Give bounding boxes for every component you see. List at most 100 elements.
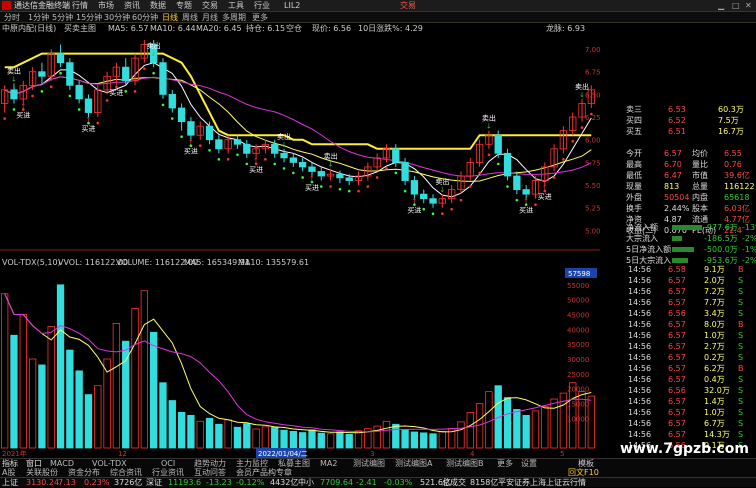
volume-bar[interactable] — [243, 423, 251, 449]
info-tab[interactable]: 关联股份 — [26, 468, 58, 477]
tab-60min[interactable]: 60分钟 — [132, 12, 158, 23]
candle[interactable] — [298, 161, 307, 168]
candle[interactable] — [84, 98, 93, 113]
candle[interactable] — [66, 62, 74, 86]
info-tab[interactable]: 会员产品构专章 — [236, 468, 292, 477]
volume-bar[interactable] — [38, 364, 46, 449]
volume-bar[interactable] — [308, 429, 316, 449]
volume-bar[interactable] — [0, 293, 9, 449]
volume-bar[interactable] — [317, 432, 325, 449]
volume-bar[interactable] — [149, 331, 158, 449]
volume-bar[interactable] — [112, 323, 121, 449]
candle[interactable] — [187, 121, 195, 136]
volume-bar[interactable] — [215, 423, 223, 449]
tab-30min[interactable]: 30分钟 — [104, 12, 130, 23]
tab-5min[interactable]: 5分钟 — [52, 12, 73, 23]
menu-item-tools[interactable]: 工具 — [228, 0, 244, 12]
volume-bar[interactable] — [224, 419, 232, 449]
menu-item-quotes[interactable]: 行情 — [72, 0, 88, 12]
volume-bar[interactable] — [457, 421, 465, 449]
volume-bar[interactable] — [252, 428, 260, 449]
info-tab[interactable]: 综合资讯 — [110, 468, 142, 477]
volume-bar[interactable] — [177, 411, 186, 449]
volume-bar[interactable] — [289, 430, 298, 449]
volume-bar[interactable] — [56, 284, 65, 449]
candle[interactable] — [401, 161, 409, 181]
candle[interactable] — [168, 94, 176, 109]
f10-button[interactable]: 回文F10 — [568, 468, 599, 477]
candle[interactable] — [336, 173, 344, 179]
volume-bar[interactable] — [326, 433, 335, 449]
candle[interactable] — [345, 177, 353, 181]
volume-bar[interactable] — [382, 420, 391, 449]
candle[interactable] — [177, 107, 186, 122]
candle[interactable] — [503, 152, 512, 177]
info-tab[interactable]: 互动问答 — [194, 468, 226, 477]
candle[interactable] — [38, 71, 46, 77]
volume-bar[interactable] — [131, 308, 139, 449]
candle[interactable] — [271, 143, 279, 154]
volume-bar[interactable] — [438, 430, 447, 449]
volume-bar[interactable] — [140, 290, 149, 449]
menu-item-topics[interactable]: 专题 — [176, 0, 192, 12]
volume-bar[interactable] — [410, 431, 419, 449]
volume-bar[interactable] — [280, 429, 288, 449]
candle[interactable] — [233, 139, 242, 145]
volume-bar[interactable] — [522, 414, 530, 449]
candle[interactable] — [420, 193, 428, 200]
volume-bar[interactable] — [550, 398, 558, 449]
volume-bar[interactable] — [261, 426, 270, 449]
trade-button[interactable]: 交易 — [400, 0, 416, 12]
candle[interactable] — [243, 143, 251, 154]
volume-bar[interactable] — [196, 420, 204, 449]
tab-daily[interactable]: 日线 — [162, 12, 178, 23]
volume-bar[interactable] — [19, 314, 27, 449]
volume-bar[interactable] — [513, 409, 521, 449]
candle[interactable] — [205, 125, 214, 141]
volume-bar[interactable] — [392, 423, 400, 449]
volume-bar[interactable] — [541, 406, 549, 449]
menu-item-trading[interactable]: 交易 — [202, 0, 218, 12]
candle[interactable] — [75, 84, 83, 100]
volume-bar[interactable] — [373, 425, 381, 449]
candle[interactable] — [159, 62, 167, 95]
menu-item-news[interactable]: 资讯 — [124, 0, 140, 12]
close-icon[interactable]: ✕ — [745, 0, 752, 12]
volume-bar[interactable] — [531, 410, 540, 449]
volume-bar[interactable] — [159, 382, 167, 449]
volume-bar[interactable] — [354, 430, 363, 449]
candle[interactable] — [429, 198, 437, 204]
maximize-icon[interactable]: □ — [732, 0, 740, 12]
volume-bar[interactable] — [84, 394, 93, 449]
volume-bar[interactable] — [401, 429, 409, 449]
tab-15min[interactable]: 15分钟 — [76, 12, 102, 23]
tab-weekly[interactable]: 周线 — [182, 12, 198, 23]
volume-bar[interactable] — [271, 427, 279, 449]
minimize-icon[interactable]: ▁ — [718, 0, 724, 12]
volume-bar[interactable] — [298, 432, 307, 449]
volume-bar[interactable] — [503, 397, 512, 449]
volume-bar[interactable] — [10, 334, 18, 449]
tab-monthly[interactable]: 月线 — [202, 12, 218, 23]
candle[interactable] — [410, 180, 419, 195]
volume-bar[interactable] — [168, 400, 176, 449]
volume-bar[interactable] — [47, 325, 55, 449]
volume-bar[interactable] — [485, 391, 493, 449]
volume-bar[interactable] — [187, 414, 195, 449]
tab-multi-period[interactable]: 多周期 — [222, 12, 246, 23]
tab-1min[interactable]: 1分钟 — [28, 12, 49, 23]
volume-bar[interactable] — [233, 426, 242, 449]
volume-bar[interactable] — [205, 417, 214, 449]
candle[interactable] — [494, 134, 502, 154]
menu-item-market[interactable]: 市场 — [98, 0, 114, 12]
candle[interactable] — [122, 66, 130, 82]
volume-bar[interactable] — [75, 370, 83, 449]
menu-item-lil2[interactable]: LIL2 — [284, 0, 300, 12]
volume-bar[interactable] — [94, 385, 102, 449]
candle[interactable] — [522, 189, 530, 195]
tab-more[interactable]: 更多 — [252, 12, 268, 23]
volume-bar[interactable] — [345, 433, 353, 449]
volume-chart[interactable]: 55000 50000 45000 40000 35000 30000 25000 20000… — [0, 258, 600, 458]
candle[interactable] — [308, 166, 316, 172]
volume-bar[interactable] — [466, 411, 474, 449]
